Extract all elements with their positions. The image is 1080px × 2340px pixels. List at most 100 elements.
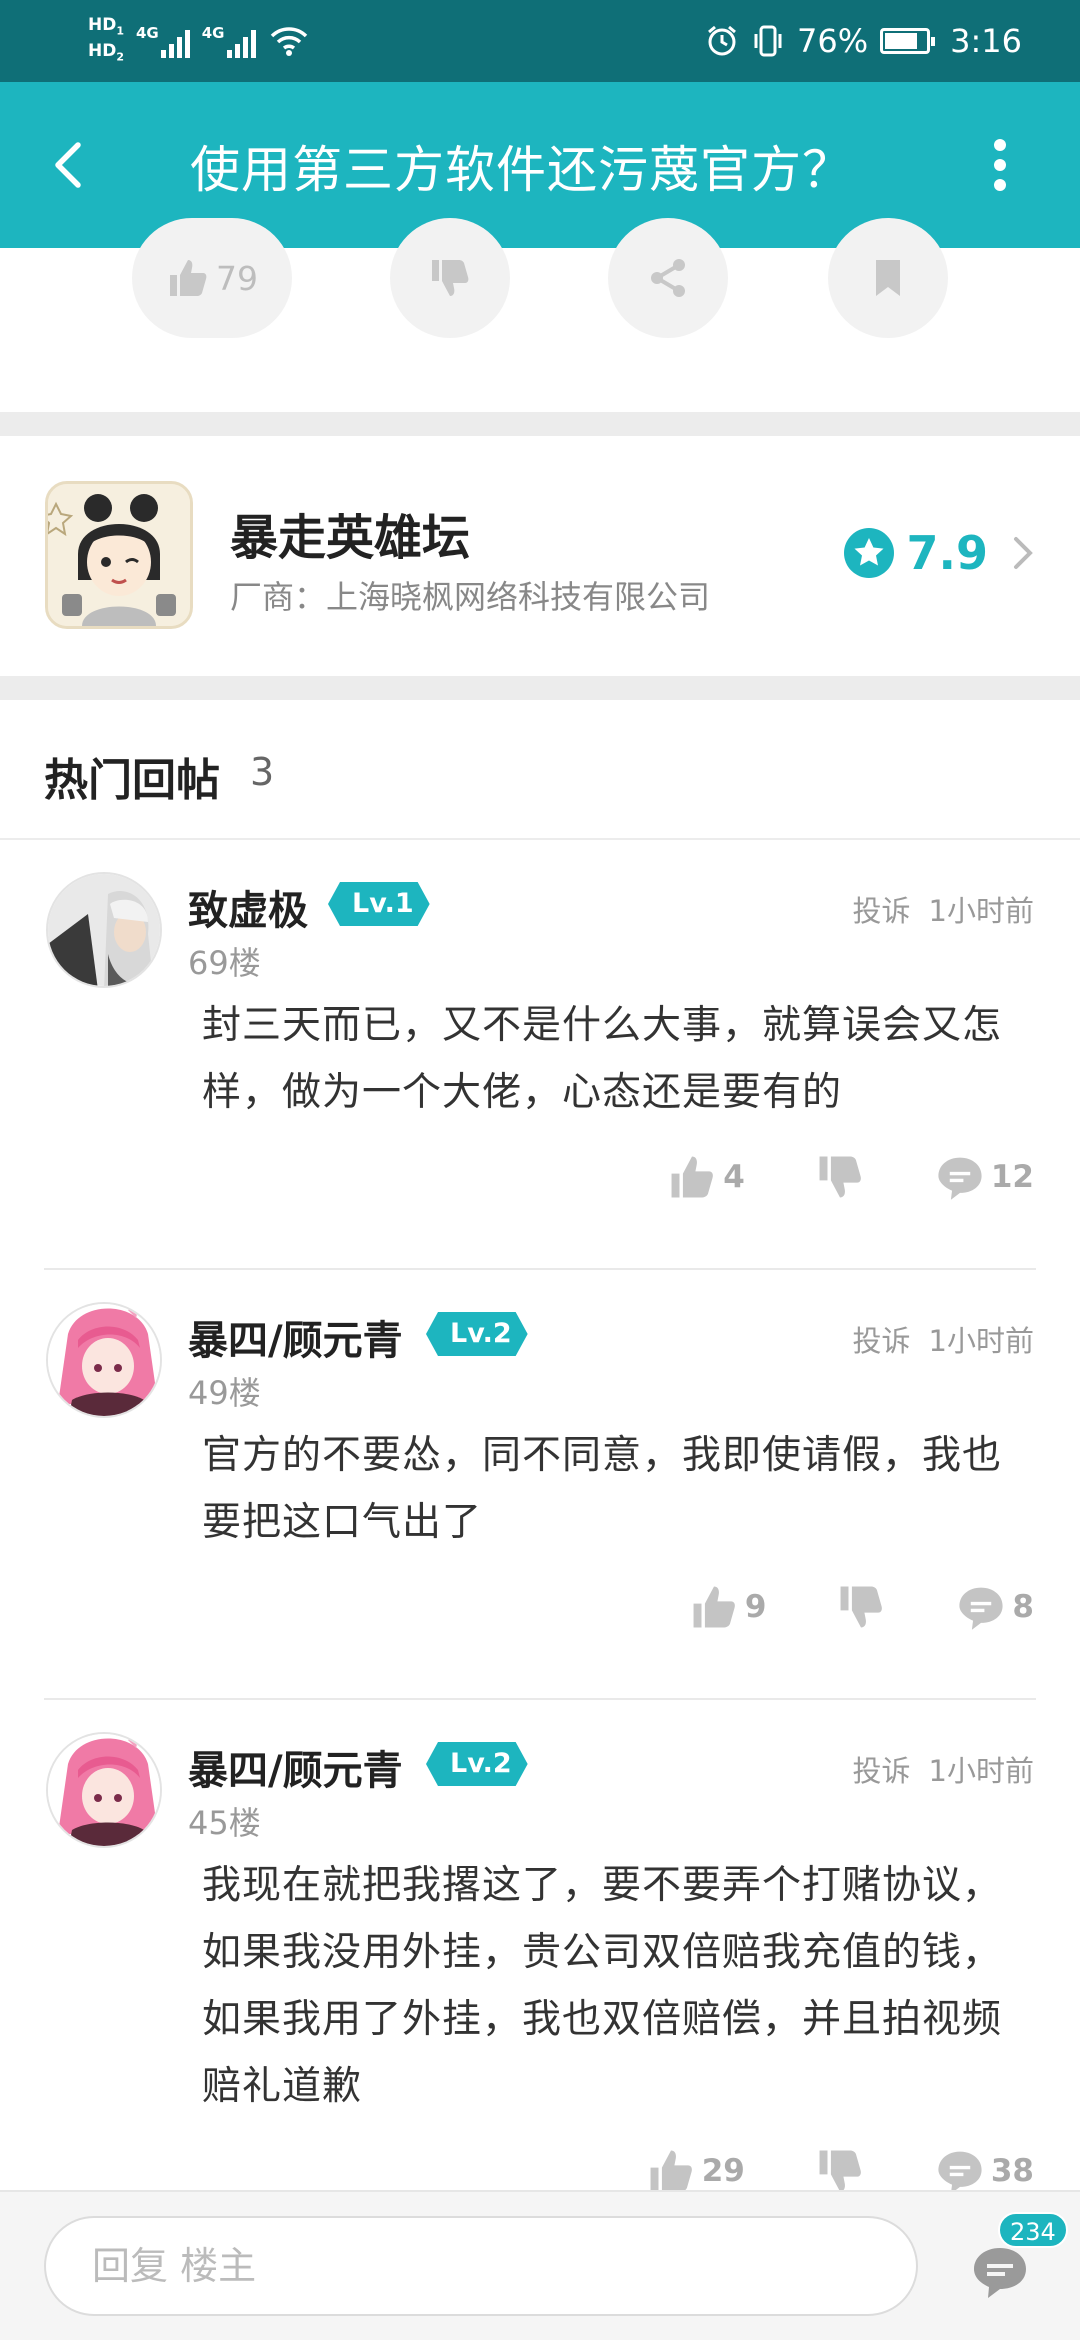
game-vendor: 厂商：上海晓枫网络科技有限公司 (230, 578, 711, 616)
comment-actions: 9 8 (619, 1582, 1034, 1632)
bottom-reply-bar: 回复 楼主 234 (0, 2190, 1080, 2340)
like-count: 9 (744, 1589, 767, 1625)
reply-button[interactable]: 12 (935, 1152, 1034, 1202)
status-right: 76% 3:16 (705, 22, 1022, 60)
reply-count: 12 (990, 1159, 1034, 1195)
network-type-2: 4G (201, 24, 225, 42)
comment-body: 官方的不要怂，同不同意，我即使请假，我也要把这口气出了 (202, 1433, 1003, 1545)
comment-item: 暴四/顾元青 Lv.2 45楼 投诉 1小时前 我现在就把我撂这了，要不要弄个打赌… (0, 1702, 1080, 2202)
clock: 3:16 (950, 22, 1022, 60)
comment-meta: 投诉 1小时前 (853, 1748, 1034, 1790)
comment-body: 我现在就把我撂这了，要不要弄个打赌协议，如果我没用外挂，贵公司双倍赔我充值的钱，… (202, 1863, 1003, 2109)
comment-username[interactable]: 暴四/顾元青 (188, 1738, 403, 1796)
floor-number: 45楼 (188, 1804, 261, 1842)
hd2-label: HD2 (88, 41, 124, 64)
floor-number: 49楼 (188, 1374, 261, 1412)
comment-time: 1小时前 (928, 1324, 1034, 1358)
game-rating[interactable]: 7.9 (843, 526, 1037, 580)
avatar-image (48, 1304, 160, 1416)
thumbs-up-icon (693, 1586, 735, 1628)
comment-item: 暴四/顾元青 Lv.2 49楼 投诉 1小时前 官方的不要怂，同不同意，我即使请假… (0, 1272, 1080, 1700)
rating-value: 7.9 (906, 526, 989, 580)
dislike-button[interactable] (815, 1152, 865, 1202)
level-badge: Lv.1 (328, 882, 430, 926)
status-bar: HD1 HD2 4G 4G 76% 3:16 (0, 0, 1080, 82)
game-character-image (48, 484, 190, 626)
alarm-icon (708, 25, 736, 56)
page: HD1 HD2 4G 4G 76% 3:16 使用第三方软件还污蔑官方？ 79 … (0, 0, 1080, 2340)
hd-indicator: HD1 HD2 (88, 15, 124, 68)
comment-divider (44, 1268, 1036, 1270)
report-link[interactable]: 投诉 (853, 1324, 911, 1358)
like-button[interactable]: 29 (646, 2146, 745, 2196)
reply-count: 38 (990, 2153, 1034, 2189)
reply-count: 8 (1012, 1589, 1034, 1625)
status-left: HD1 HD2 4G 4G (88, 15, 308, 68)
avatar-image (48, 1734, 160, 1846)
app-bar: 使用第三方软件还污蔑官方？ (0, 82, 1080, 248)
section-divider (0, 676, 1080, 700)
page-title: 使用第三方软件还污蔑官方？ (190, 141, 853, 199)
thumbs-up-icon (170, 260, 207, 296)
comment-bubble-icon (938, 2151, 982, 2194)
more-options-icon[interactable] (988, 137, 1012, 193)
game-icon (45, 481, 193, 629)
hd1-label: HD1 (88, 14, 124, 37)
comment-username[interactable]: 致虚极 (188, 878, 308, 936)
reply-input[interactable]: 回复 楼主 (44, 2216, 918, 2316)
report-link[interactable]: 投诉 (853, 1754, 911, 1788)
section-divider (0, 412, 1080, 438)
thumbs-down-icon (432, 260, 469, 296)
level-badge: Lv.2 (426, 1312, 528, 1356)
like-count: 29 (701, 2153, 745, 2189)
post-share-button[interactable] (608, 218, 728, 338)
level-badge: Lv.2 (426, 1742, 528, 1786)
battery-icon (880, 28, 936, 54)
post-like-button[interactable]: 79 (132, 218, 292, 338)
dislike-button[interactable] (815, 2146, 865, 2196)
avatar[interactable] (46, 1732, 162, 1848)
comment-time: 1小时前 (928, 1754, 1034, 1788)
network-type-1: 4G (136, 24, 159, 42)
star-rating-icon (843, 528, 894, 578)
game-name: 暴走英雄坛 (230, 510, 471, 566)
section-title: 热门回帖 (44, 755, 220, 806)
like-button[interactable]: 4 (667, 1152, 745, 1202)
post-actions: 79 (0, 218, 1080, 412)
battery-percent: 76% (797, 22, 869, 60)
thumbs-up-icon (671, 1156, 714, 1198)
comment-actions: 4 12 (597, 1152, 1034, 1202)
comment-bubble-icon (959, 1587, 1004, 1630)
comment-meta: 投诉 1小时前 (853, 888, 1034, 930)
post-bookmark-button[interactable] (828, 218, 948, 338)
wifi-icon (270, 27, 307, 56)
comment-actions: 29 38 (576, 2146, 1034, 2196)
game-card[interactable]: 暴走英雄坛 厂商：上海晓枫网络科技有限公司 7.9 (0, 436, 1080, 676)
comment-time: 1小时前 (928, 894, 1034, 928)
post-dislike-button[interactable] (390, 218, 510, 338)
avatar[interactable] (46, 1302, 162, 1418)
comment-divider (44, 1698, 1036, 1700)
thumbs-down-icon (819, 1156, 861, 1198)
comment-meta: 投诉 1小时前 (853, 1318, 1034, 1360)
reply-button[interactable]: 8 (956, 1582, 1034, 1632)
comment-username[interactable]: 暴四/顾元青 (188, 1308, 403, 1366)
avatar[interactable] (46, 872, 162, 988)
like-button[interactable]: 9 (689, 1582, 767, 1632)
hot-replies-header: 热门回帖 3 (0, 700, 1080, 840)
dislike-button[interactable] (836, 1582, 886, 1632)
comment-body: 封三天而已，又不是什么大事，就算误会又怎样，做为一个大佬，心态还是要有的 (202, 1003, 1003, 1115)
signal-bars-icon (160, 26, 190, 58)
comment-bubble-icon (938, 1157, 982, 1200)
thumbs-up-icon (650, 2150, 692, 2192)
back-arrow-icon[interactable] (44, 139, 96, 191)
chevron-right-icon (1014, 537, 1033, 569)
reply-button[interactable]: 38 (935, 2146, 1034, 2196)
thumbs-down-icon (840, 1586, 883, 1628)
comment-count-badge: 234 (998, 2212, 1068, 2248)
comments-icon[interactable] (970, 2242, 1030, 2302)
report-link[interactable]: 投诉 (853, 894, 911, 928)
section-count: 3 (250, 750, 275, 794)
floor-number: 69楼 (188, 944, 261, 982)
signal-bars-icon (226, 26, 256, 58)
